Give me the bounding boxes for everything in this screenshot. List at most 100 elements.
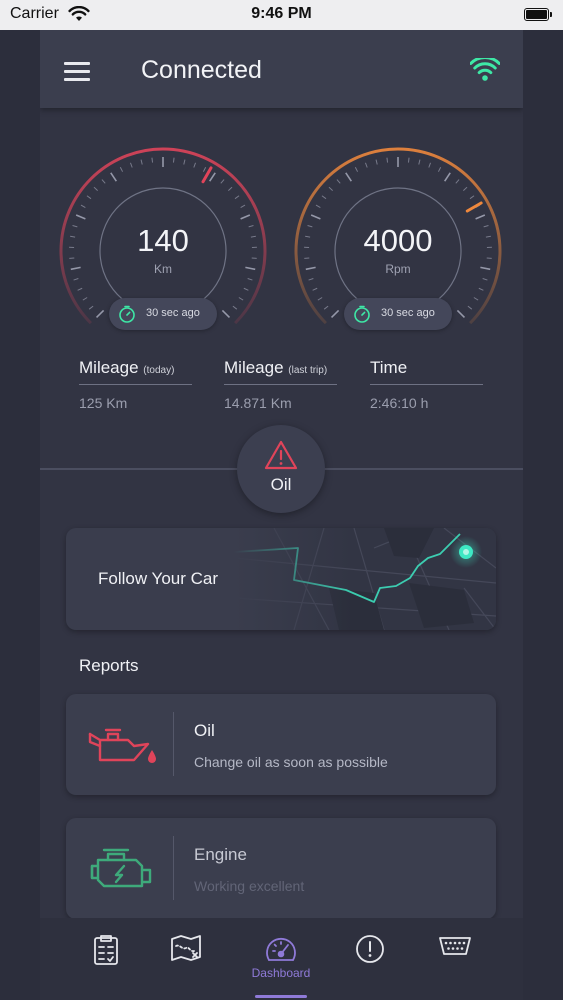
rpm-gauge: 4000 Rpm 30 sec ago xyxy=(293,146,503,356)
nav-item-map[interactable] xyxy=(151,918,221,1000)
speedometer-icon xyxy=(266,937,296,961)
gauge-tick xyxy=(386,157,389,163)
report-separator xyxy=(173,712,174,776)
timer-icon xyxy=(354,305,370,323)
map-preview xyxy=(234,528,496,630)
report-separator xyxy=(173,836,174,900)
wifi-icon[interactable] xyxy=(470,58,500,82)
rpm-updated-label: 30 sec ago xyxy=(381,307,435,319)
gauge-tick xyxy=(110,172,117,182)
gauge-tick xyxy=(73,278,79,281)
gauge-tick xyxy=(478,287,484,291)
gauge-tick xyxy=(221,309,231,319)
gauge-tick xyxy=(473,297,479,301)
connection-status-title: Connected xyxy=(141,56,262,84)
stat-title: Time xyxy=(370,358,408,377)
gauge-tick xyxy=(330,309,340,319)
gauge-tick xyxy=(243,287,249,291)
speed-gauge: 140 Km 30 sec ago xyxy=(58,146,268,356)
reports-heading: Reports xyxy=(79,656,139,675)
timer-icon xyxy=(119,305,135,323)
stat-value: 125 Km xyxy=(79,395,128,411)
gauge-tick xyxy=(354,167,359,172)
alert-label: Oil xyxy=(270,475,292,494)
gauge-tick xyxy=(482,278,488,281)
report-description: Working excellent xyxy=(194,878,305,894)
status-bar: Carrier 9:46 PM xyxy=(0,0,563,30)
report-title: Engine xyxy=(194,845,247,864)
gauge-tick xyxy=(317,297,323,301)
oil-can-icon xyxy=(88,728,156,763)
gauge-tick xyxy=(209,172,216,182)
gauge-tick xyxy=(232,305,238,310)
status-time: 9:46 PM xyxy=(251,5,312,22)
gauge-tick xyxy=(312,287,318,291)
gauge-tick xyxy=(455,179,460,184)
gauge-tick xyxy=(95,309,105,319)
gauge-tick xyxy=(310,214,321,220)
hamburger-icon[interactable] xyxy=(64,62,90,82)
rpm-unit: Rpm xyxy=(385,262,411,276)
active-tab-indicator xyxy=(255,995,307,998)
nav-item-obd[interactable] xyxy=(420,918,490,1000)
gauge-tick xyxy=(456,309,466,319)
gauge-tick xyxy=(82,297,88,301)
stat-title: Mileage xyxy=(79,358,139,377)
obd-port-icon xyxy=(439,937,471,955)
speed-updated-badge: 30 sec ago xyxy=(109,298,217,330)
gauge-tick xyxy=(202,167,207,172)
stat-mileage-last-trip: Mileage (last trip) 14.871 Km xyxy=(224,358,337,411)
report-title: Oil xyxy=(194,721,215,740)
bottom-navigation: Dashboard xyxy=(40,918,523,1000)
gauge-tick xyxy=(129,162,133,168)
gauge-tick xyxy=(328,186,333,191)
alert-circle-icon xyxy=(356,935,384,963)
gauge-tick xyxy=(193,162,197,168)
gauge-tick xyxy=(469,195,475,200)
report-description: Change oil as soon as possible xyxy=(194,754,388,770)
gauge-tick xyxy=(437,167,442,172)
nav-item-dashboard[interactable]: Dashboard xyxy=(246,918,316,1000)
gauge-tick xyxy=(247,278,253,281)
stat-mileage-today: Mileage (today) 125 Km xyxy=(79,358,192,411)
gauge-tick xyxy=(151,157,154,163)
gauge-needle xyxy=(465,201,483,213)
gauge-tick xyxy=(444,172,451,182)
engine-icon xyxy=(90,848,152,888)
dashboard-screen: Connected 140 Km 30 sec ago 4000 Rpm 30 … xyxy=(40,30,523,1000)
stat-qualifier: (today) xyxy=(143,365,175,376)
warning-icon xyxy=(264,440,298,470)
gauge-tick xyxy=(183,159,186,165)
app-header: Connected xyxy=(40,30,523,108)
speed-updated-label: 30 sec ago xyxy=(146,307,200,319)
gauge-tick xyxy=(463,186,468,191)
gauge-tick xyxy=(315,204,321,208)
stat-underline xyxy=(370,384,483,385)
oil-alert-button[interactable]: Oil xyxy=(237,425,325,513)
clipboard-icon xyxy=(94,935,118,965)
gauge-tick xyxy=(240,214,251,220)
gauge-tick xyxy=(407,157,410,163)
follow-your-car-card[interactable]: Follow Your Car xyxy=(66,528,496,630)
gauge-tick xyxy=(119,167,124,172)
nav-item-reports[interactable] xyxy=(71,918,141,1000)
map-icon xyxy=(171,935,201,961)
report-oil[interactable]: Oil Change oil as soon as possible xyxy=(66,694,496,795)
gauge-tick xyxy=(140,159,143,165)
stat-title: Mileage xyxy=(224,358,284,377)
speed-unit: Km xyxy=(154,262,172,276)
gauge-tick xyxy=(323,305,329,310)
nav-item-alerts[interactable] xyxy=(335,918,405,1000)
gauge-tick xyxy=(86,195,92,200)
stat-underline xyxy=(79,384,192,385)
stat-qualifier: (last trip) xyxy=(288,365,328,376)
gauge-tick xyxy=(336,179,341,184)
gauge-tick xyxy=(475,214,486,220)
stat-time: Time 2:46:10 h xyxy=(370,358,483,411)
gauge-tick xyxy=(308,278,314,281)
gauge-tick xyxy=(77,287,83,291)
gauge-tick xyxy=(467,305,473,310)
nav-label-dashboard: Dashboard xyxy=(251,966,311,980)
report-engine[interactable]: Engine Working excellent xyxy=(66,818,496,919)
gauge-tick xyxy=(428,162,432,168)
